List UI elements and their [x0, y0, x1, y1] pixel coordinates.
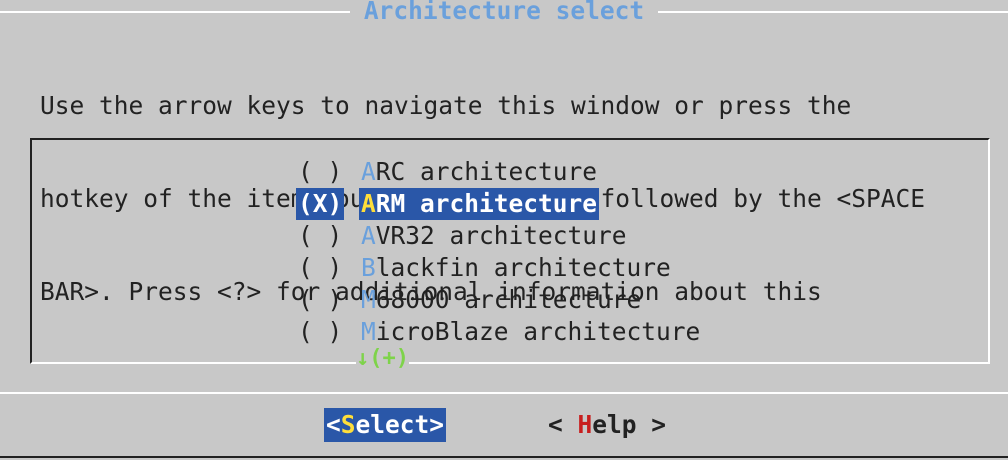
menu-item-text: lackfin architecture [375, 253, 671, 282]
architecture-list[interactable]: ( ) ARC architecture (X) ARM architectur… [30, 138, 990, 364]
select-button[interactable]: <Select> [324, 408, 447, 442]
button-separator [0, 392, 1008, 394]
menu-item-label[interactable]: AVR32 architecture [359, 220, 629, 252]
menu-item-label[interactable]: Blackfin architecture [359, 252, 673, 284]
hotkey-letter: A [361, 189, 376, 218]
intro-line: Use the arrow keys to navigate this wind… [40, 91, 852, 120]
menu-item-text: RM architecture [375, 189, 598, 218]
help-button[interactable]: < Help > [548, 408, 666, 442]
menu-items: ( ) ARC architecture (X) ARM architectur… [296, 156, 702, 348]
hotkey-letter: A [361, 157, 376, 186]
dialog-bottom-border [0, 456, 1008, 458]
menu-item-m68000[interactable]: ( ) M68000 architecture [296, 284, 702, 316]
radio-indicator[interactable]: ( ) [296, 220, 344, 252]
radio-indicator[interactable]: ( ) [296, 252, 344, 284]
button-label: elp > [592, 410, 667, 439]
menu-item-text: VR32 architecture [375, 221, 627, 250]
hotkey-letter: S [340, 410, 356, 439]
scroll-more-indicator: ↓(+) [356, 346, 409, 372]
dialog-title-bar: Architecture select [0, 0, 1008, 26]
radio-indicator[interactable]: ( ) [296, 284, 344, 316]
hotkey-letter: M [361, 285, 376, 314]
radio-indicator[interactable]: ( ) [296, 316, 344, 348]
button-bracket: < [548, 410, 578, 439]
hotkey-letter: B [361, 253, 376, 282]
button-bracket: < [326, 410, 341, 439]
menu-item-avr32[interactable]: ( ) AVR32 architecture [296, 220, 702, 252]
hotkey-letter: A [361, 221, 376, 250]
dialog-title: Architecture select [349, 0, 659, 25]
menu-item-arm[interactable]: (X) ARM architecture [296, 188, 702, 220]
menu-item-arc[interactable]: ( ) ARC architecture [296, 156, 702, 188]
menu-item-label[interactable]: ARC architecture [359, 156, 599, 188]
menu-item-microblaze[interactable]: ( ) MicroBlaze architecture [296, 316, 702, 348]
radio-indicator[interactable]: ( ) [296, 156, 344, 188]
menu-item-label[interactable]: MicroBlaze architecture [359, 316, 702, 348]
menu-item-blackfin[interactable]: ( ) Blackfin architecture [296, 252, 702, 284]
radio-indicator[interactable]: (X) [296, 188, 345, 220]
menu-item-label[interactable]: M68000 architecture [359, 284, 643, 316]
hotkey-letter: H [577, 410, 593, 439]
menu-item-text: icroBlaze architecture [375, 317, 701, 346]
menu-item-text: 68000 architecture [375, 285, 642, 314]
menu-item-text: RC architecture [375, 157, 598, 186]
button-row: <Select> < Help > [0, 408, 1008, 442]
hotkey-letter: M [361, 317, 376, 346]
button-label: elect> [355, 410, 445, 439]
menu-item-label[interactable]: ARM architecture [359, 188, 600, 220]
